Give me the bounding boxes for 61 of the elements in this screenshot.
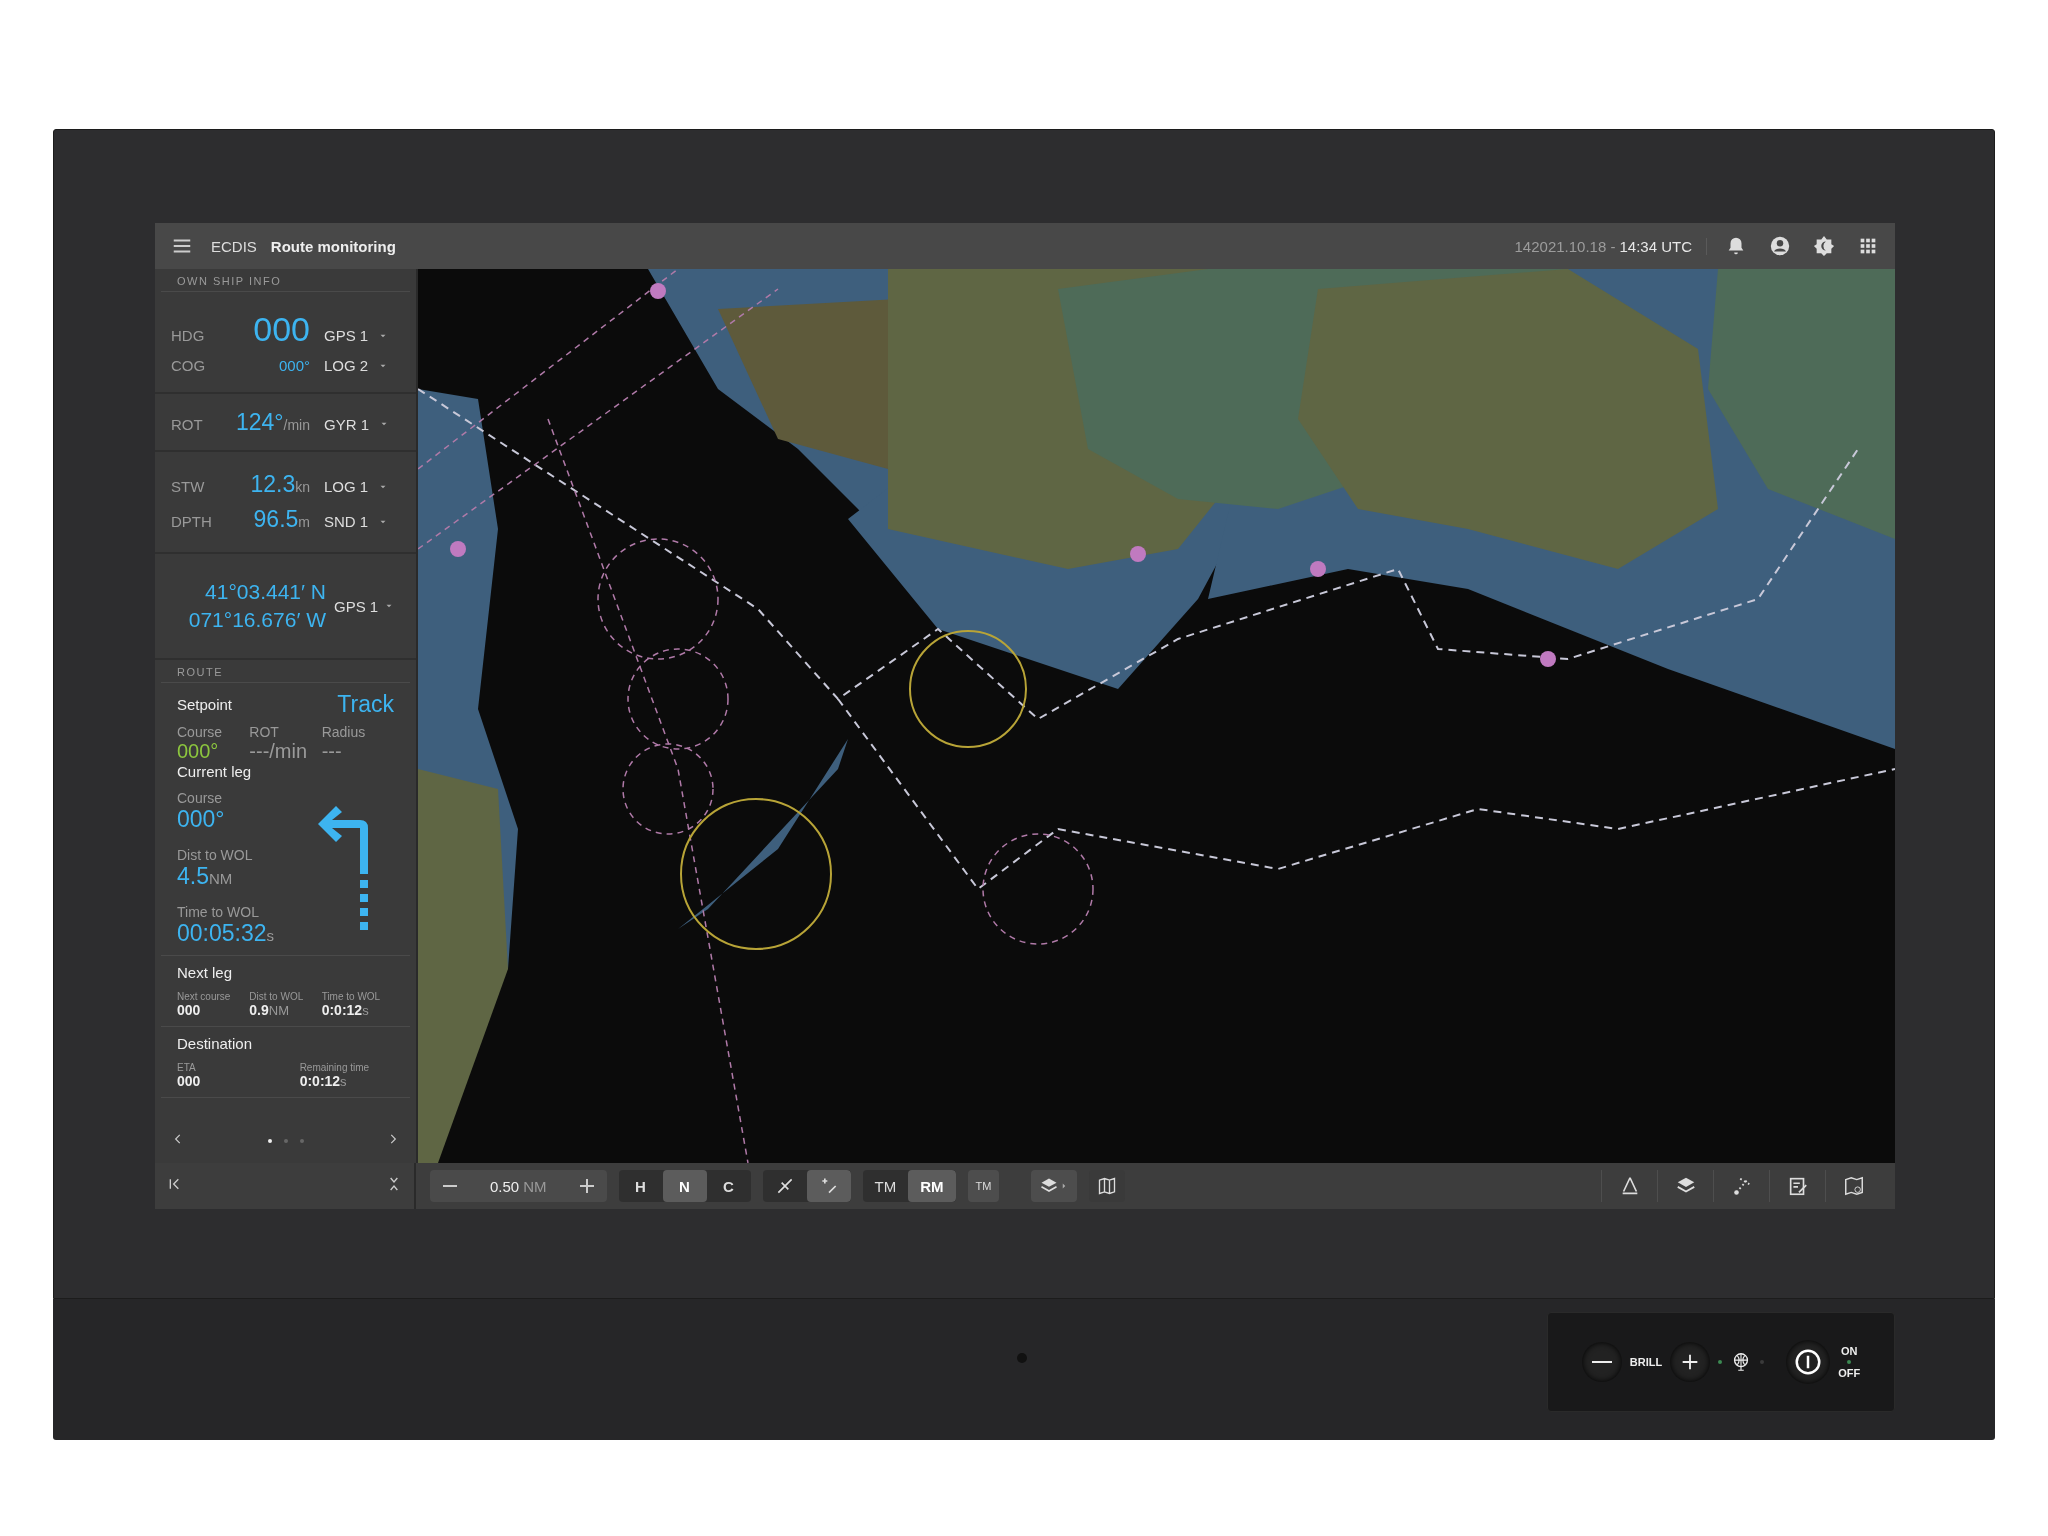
data-label: Dist to WOL xyxy=(177,847,254,863)
data-label: Remaining time xyxy=(299,1062,371,1073)
setpoint-label: Setpoint xyxy=(177,696,233,713)
brill-label: BRILL xyxy=(1629,1356,1663,1368)
section-heading: ROUTE xyxy=(161,660,410,683)
orientation-tab[interactable]: H xyxy=(618,1170,663,1202)
data-value: ---/min xyxy=(249,740,309,763)
source-dropdown[interactable]: GYR 1 xyxy=(324,415,400,433)
latitude-value: 41°03.441′ N xyxy=(205,580,326,604)
data-label: COG xyxy=(171,357,207,374)
time-text: 14:34 UTC xyxy=(1619,237,1707,255)
data-value: 000 xyxy=(252,310,311,349)
off-label: OFF xyxy=(1838,1367,1861,1379)
destination-label: Destination xyxy=(177,1035,254,1052)
source-dropdown[interactable]: GPS 1 xyxy=(324,327,400,344)
data-label: Time to WOL xyxy=(177,904,260,920)
source-dropdown[interactable]: SND 1 xyxy=(324,513,400,530)
data-value: 96.5m xyxy=(252,506,311,533)
data-value: --- xyxy=(321,740,343,763)
data-label: Dist to WOL xyxy=(249,991,305,1002)
source-dropdown[interactable]: LOG 2 xyxy=(324,357,400,374)
data-value: 4.5NM xyxy=(177,863,234,890)
reset-true-motion-button[interactable]: TM xyxy=(967,1170,1000,1202)
on-label: ON xyxy=(1840,1345,1858,1357)
data-label: ETA xyxy=(177,1062,197,1073)
longitude-value: 071°16.676′ W xyxy=(188,608,326,632)
page-title: Route monitoring xyxy=(270,237,396,255)
source-dropdown[interactable]: LOG 1 xyxy=(324,478,400,495)
section-heading: OWN SHIP INFO xyxy=(161,269,410,292)
data-value: 000 xyxy=(177,1073,202,1089)
orientation-tab[interactable]: C xyxy=(706,1170,751,1202)
data-label: HDG xyxy=(171,327,206,344)
data-value: 0:0:12s xyxy=(321,1002,370,1018)
data-value: 12.3kn xyxy=(249,471,311,498)
steering-mode: Track xyxy=(337,691,394,718)
data-label: STW xyxy=(171,478,206,495)
data-label: Time to WOL xyxy=(321,991,382,1002)
date-text: 142021.10.18 - xyxy=(1514,237,1616,255)
current-leg-label: Current leg xyxy=(177,763,253,780)
data-value: 000° xyxy=(177,740,220,763)
data-value: 0:0:12s xyxy=(299,1073,348,1089)
data-label: Course xyxy=(177,790,224,806)
motion-mode-tab[interactable]: TM xyxy=(862,1170,909,1202)
data-label: Next course xyxy=(177,991,232,1002)
data-value: 0.9NM xyxy=(249,1002,290,1018)
data-value: 00:05:32s xyxy=(177,920,275,947)
data-label: Radius xyxy=(321,724,367,740)
data-value: 124°/min xyxy=(234,408,311,436)
data-label: ROT xyxy=(171,415,204,433)
data-value: 000° xyxy=(277,357,311,374)
data-value: 000 xyxy=(177,1002,202,1018)
app-name: ECDIS xyxy=(211,237,257,255)
motion-mode-tab[interactable]: RM xyxy=(908,1170,956,1202)
data-value: 000° xyxy=(177,806,226,833)
source-dropdown[interactable]: GPS 1 xyxy=(334,597,400,615)
data-label: Course xyxy=(177,724,224,740)
data-label: DPTH xyxy=(171,513,213,530)
next-leg-label: Next leg xyxy=(177,964,234,981)
orientation-tab[interactable]: N xyxy=(662,1170,707,1202)
data-label: ROT xyxy=(249,724,280,740)
chart-scale: 0.50 NM xyxy=(489,1176,548,1197)
